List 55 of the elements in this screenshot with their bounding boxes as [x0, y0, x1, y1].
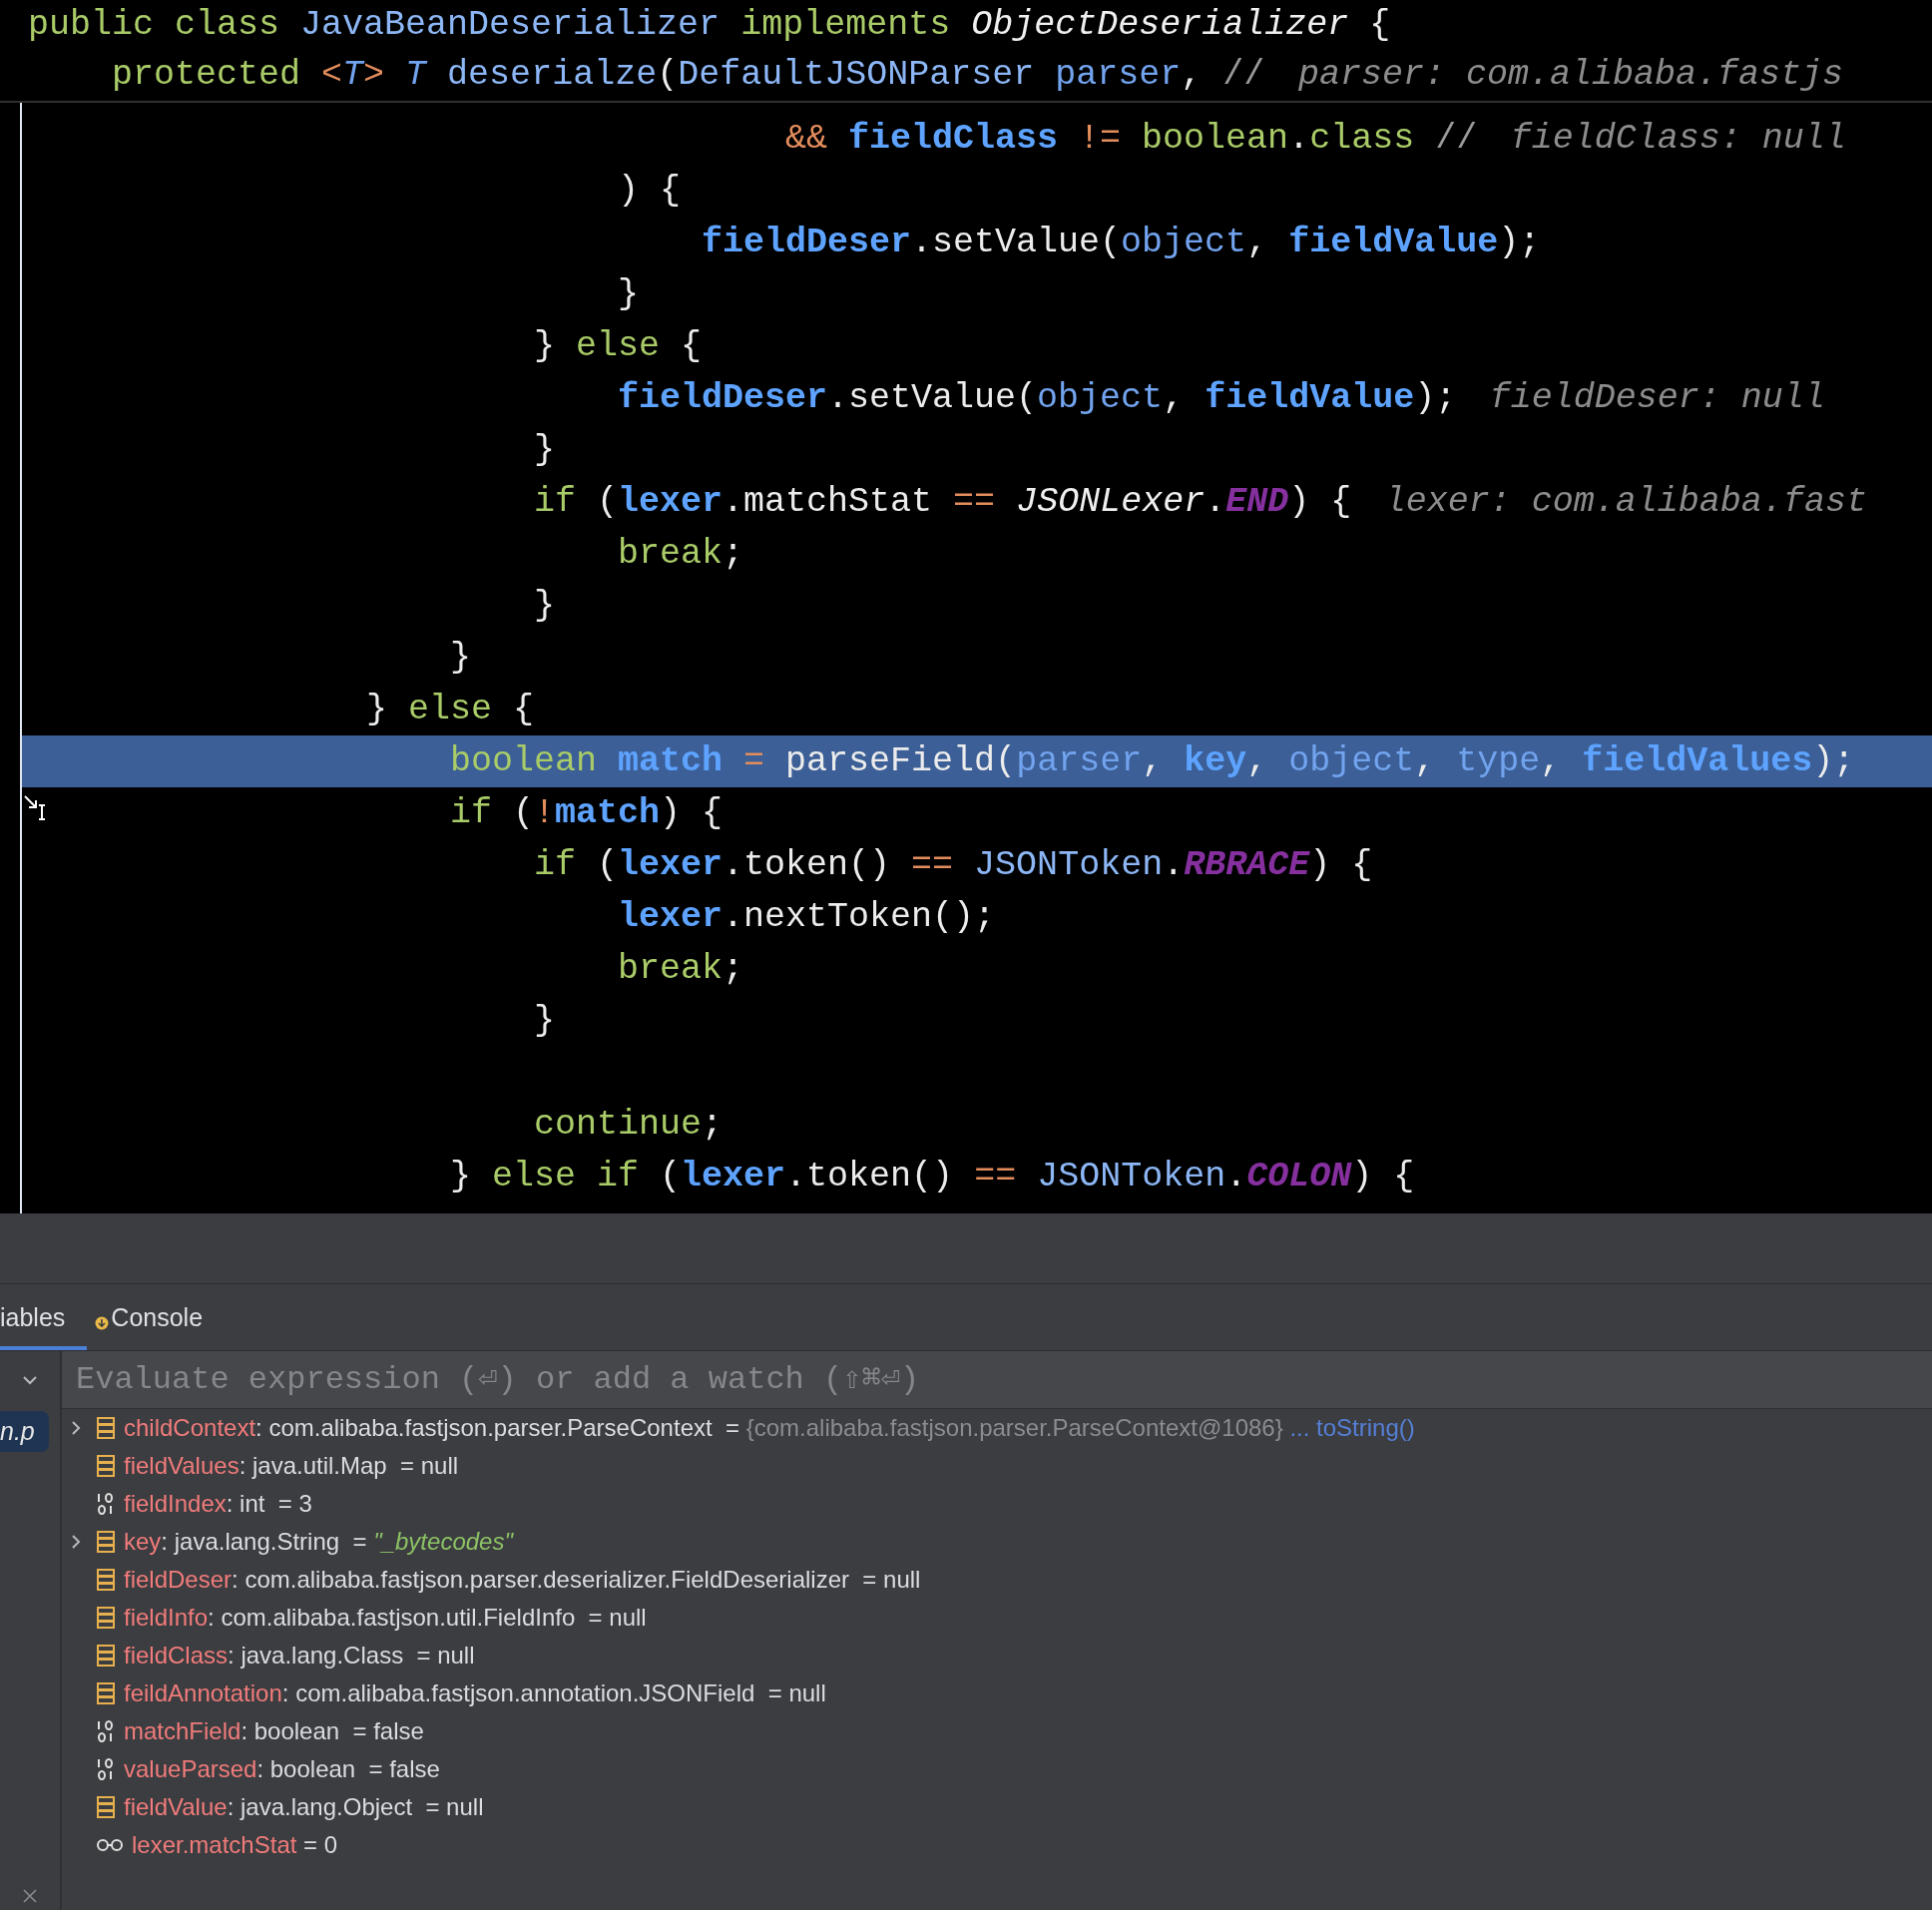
code-line: } — [450, 640, 471, 676]
code-line: } — [618, 276, 639, 312]
binary-icon — [96, 1757, 116, 1781]
code-line: ) { — [618, 173, 681, 209]
code-line: boolean match = parseField(parser, key, object, type, fieldValues); — [450, 743, 1855, 779]
code-line: } else if (lexer.token() == JSONToken.COLON) { — [450, 1159, 1415, 1194]
field-icon — [96, 1644, 116, 1668]
code-line: } else { — [534, 328, 703, 364]
code-line: } — [534, 1003, 555, 1039]
variable-entry[interactable]: lexer.matchStat = 0 — [132, 1831, 338, 1859]
evaluate-expression-field[interactable]: Evaluate expression (⏎) or add a watch (⇧⌘⏎) — [62, 1351, 1932, 1409]
glasses-icon — [96, 1838, 124, 1852]
inline-debug-value: parser: com.alibaba.fastjs — [1297, 58, 1843, 93]
variable-entry[interactable]: fieldClass: java.lang.Class = null — [124, 1642, 475, 1670]
inline-debug-value: lexer: com.alibaba.fast — [1384, 484, 1867, 520]
code-line: if (!match) { — [450, 795, 724, 831]
code-line: } — [534, 432, 555, 468]
mouse-cursor-icon — [24, 795, 48, 821]
binary-icon — [96, 1492, 116, 1516]
code-line: protected <T> T deserialze(DefaultJSONParser parser, // — [112, 58, 1265, 93]
variable-entry[interactable]: key: java.lang.String = "_bytecodes" — [124, 1528, 513, 1556]
panel-tab[interactable]: Console — [87, 1284, 226, 1350]
inline-debug-value: fieldDeser: null — [1489, 380, 1825, 416]
code-line: continue; — [534, 1107, 724, 1143]
code-line: fieldDeser.setValue(object, fieldValue); — [702, 225, 1541, 260]
code-line: if (lexer.matchStat == JSONLexer.END) { — [534, 484, 1352, 520]
variable-entry[interactable]: feildAnnotation: com.alibaba.fastjson.annotation.JSONField = null — [124, 1679, 826, 1707]
field-icon — [96, 1416, 116, 1440]
field-icon — [96, 1530, 116, 1554]
code-line: } else { — [366, 692, 535, 727]
code-line: public class JavaBeanDeserializer implements ObjectDeserializer { — [28, 8, 1391, 43]
code-line: && fieldClass != boolean.class // — [785, 121, 1478, 157]
binary-icon — [96, 1719, 116, 1743]
close-icon[interactable] — [22, 1888, 38, 1904]
code-line: } — [534, 588, 555, 624]
variable-entry[interactable]: matchField: boolean = false — [124, 1717, 424, 1745]
variable-entry[interactable]: childContext: com.alibaba.fastjson.parser.ParseContext = {com.alibaba.fastjson.parser.ParseContext@1086} ... toString() — [124, 1414, 1415, 1442]
code-line: lexer.nextToken(); — [618, 899, 996, 935]
field-icon — [96, 1454, 116, 1478]
variable-entry[interactable]: fieldValues: java.util.Map = null — [124, 1452, 459, 1480]
variable-entry[interactable]: fieldIndex: int = 3 — [124, 1490, 312, 1518]
frame-item[interactable]: n.p — [0, 1411, 49, 1452]
variable-entry[interactable]: fieldValue: java.lang.Object = null — [124, 1793, 484, 1821]
code-line: break; — [618, 951, 744, 987]
field-icon — [96, 1681, 116, 1705]
field-icon — [96, 1606, 116, 1630]
field-icon — [96, 1568, 116, 1592]
code-line: if (lexer.token() == JSONToken.RBRACE) { — [534, 847, 1373, 883]
code-line: break; — [618, 536, 744, 572]
inline-debug-value: fieldClass: null — [1510, 121, 1846, 157]
field-icon — [96, 1795, 116, 1819]
variable-entry[interactable]: fieldDeser: com.alibaba.fastjson.parser.deserializer.FieldDeserializer = null — [124, 1566, 921, 1594]
variable-entry[interactable]: valueParsed: boolean = false — [124, 1755, 440, 1783]
variable-entry[interactable]: fieldInfo: com.alibaba.fastjson.util.FieldInfo = null — [124, 1604, 647, 1632]
code-line: fieldDeser.setValue(object, fieldValue); — [618, 380, 1457, 416]
